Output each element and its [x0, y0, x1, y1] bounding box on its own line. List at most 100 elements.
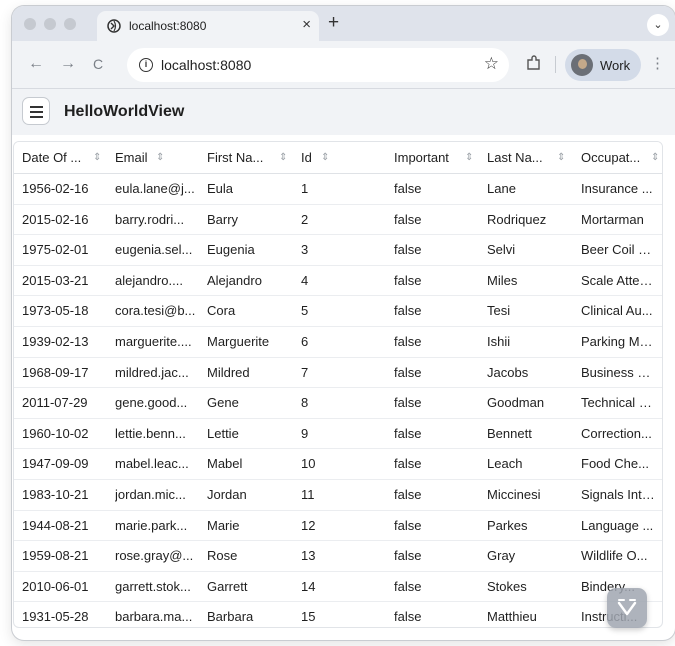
cell-important: false [394, 578, 422, 594]
bookmark-star-icon[interactable]: ☆ [484, 54, 499, 74]
cell-email: jordan.mic... [115, 487, 186, 502]
site-info-icon[interactable]: i [139, 58, 153, 72]
cell-date-of-birth: 1956-02-16 [22, 181, 89, 196]
table-row[interactable]: 1939-02-13 marguerite.... Marguerite 6 false… [14, 327, 662, 358]
column-header-id[interactable]: Id ⇕ [301, 142, 333, 174]
puzzle-icon[interactable] [525, 54, 543, 72]
cell-last-name: Miles [487, 272, 518, 288]
column-header-label: Important [394, 150, 449, 165]
cell-id: 10 [301, 456, 316, 472]
table-row[interactable]: 1960-10-02 lettie.benn... Lettie 9 false Benn… [14, 419, 662, 450]
window-minimize-button[interactable] [44, 18, 56, 30]
browser-tab[interactable]: localhost:8080 × [97, 11, 319, 41]
tab-close-icon[interactable]: × [302, 16, 311, 34]
tab-title: localhost:8080 [129, 19, 207, 33]
cell-first-name: Marguerite [207, 334, 270, 349]
cell-important: false [394, 364, 422, 380]
address-bar[interactable]: i localhost:8080 ☆ [127, 48, 509, 82]
grid-header-row: Date Of ... ⇕ Email ⇕ First Na... ⇕ Id ⇕ Importa… [14, 142, 662, 174]
column-header-label: Date Of ... [22, 150, 82, 165]
tab-strip: localhost:8080 × + ⌄ [12, 6, 675, 41]
sort-icon[interactable]: ⇕ [93, 142, 101, 174]
cell-date-of-birth: 1983-10-21 [22, 487, 89, 502]
cell-date-of-birth: 1960-10-02 [22, 425, 89, 441]
cell-last-name: Matthieu [487, 609, 537, 625]
tab-search-chevron-icon[interactable]: ⌄ [647, 14, 669, 36]
cell-id: 3 [301, 242, 309, 258]
cell-email: marie.park... [115, 517, 188, 533]
cell-first-name: Barbara [207, 609, 254, 625]
cell-date-of-birth: 2015-02-16 [22, 211, 89, 227]
cell-id: 2 [301, 211, 309, 227]
forward-arrow-icon[interactable]: → [60, 54, 76, 74]
cell-email: cora.tesi@b... [115, 303, 196, 319]
table-row[interactable]: 1983-10-21 jordan.mic... Jordan 11 false Micc… [14, 480, 662, 511]
sort-icon[interactable]: ⇕ [465, 142, 473, 174]
table-row[interactable]: 2015-03-21 alejandro.... Alejandro 4 false Mi… [14, 266, 662, 297]
cell-date-of-birth: 2011-07-29 [22, 395, 88, 411]
cell-first-name: Garrett [207, 578, 248, 594]
cell-first-name: Barry [207, 211, 239, 227]
sort-icon[interactable]: ⇕ [557, 142, 565, 174]
vaadin-logo-icon [617, 599, 637, 616]
sort-icon[interactable]: ⇕ [156, 142, 164, 174]
table-row[interactable]: 1947-09-09 mabel.leac... Mabel 10 false Leach… [14, 449, 662, 480]
drawer-toggle-button[interactable] [22, 97, 50, 125]
window-maximize-button[interactable] [64, 18, 76, 30]
cell-date-of-birth: 1968-09-17 [22, 364, 89, 380]
cell-email: barry.rodri... [115, 211, 185, 227]
cell-id: 9 [301, 425, 309, 441]
cell-important: false [394, 242, 422, 258]
table-row[interactable]: 2011-07-29 gene.good... Gene 8 false Goodman T… [14, 388, 662, 419]
cell-important: false [394, 425, 422, 441]
column-header-important[interactable]: Important ⇕ [394, 142, 477, 174]
sort-icon[interactable]: ⇕ [651, 142, 659, 174]
cell-first-name: Mildred [207, 364, 250, 380]
url-text[interactable]: localhost:8080 [161, 57, 251, 73]
cell-first-name: Lettie [207, 425, 239, 441]
app-header: HelloWorldView [12, 89, 675, 135]
cell-date-of-birth: 2010-06-01 [22, 578, 89, 594]
table-row[interactable]: 1944-08-21 marie.park... Marie 12 false Parke… [14, 511, 662, 542]
table-row[interactable]: 1975-02-01 eugenia.sel... Eugenia 3 false Sel… [14, 235, 662, 266]
table-row[interactable]: 1968-09-17 mildred.jac... Mildred 7 false Jac… [14, 358, 662, 389]
cell-date-of-birth: 1947-09-09 [22, 456, 89, 472]
cell-last-name: Goodman [487, 395, 545, 411]
cell-id: 13 [301, 548, 316, 564]
cell-important: false [394, 609, 422, 625]
cell-first-name: Marie [207, 517, 240, 533]
cell-occupation: Wildlife O... [581, 548, 648, 564]
column-header-occupation[interactable]: Occupat... ⇕ [581, 142, 662, 174]
table-row[interactable]: 1959-08-21 rose.gray@... Rose 13 false Gray Wi… [14, 541, 662, 572]
new-tab-button[interactable]: + [328, 13, 339, 33]
reload-icon[interactable]: C [93, 54, 103, 74]
profile-button[interactable]: Work [565, 49, 641, 81]
cell-date-of-birth: 1959-08-21 [22, 548, 89, 564]
cell-occupation: Beer Coil Cl... [581, 242, 657, 258]
column-header-last-name[interactable]: Last Na... ⇕ [487, 142, 569, 174]
table-row[interactable]: 2015-02-16 barry.rodri... Barry 2 false Rodri… [14, 205, 662, 236]
cell-email: mildred.jac... [115, 364, 189, 380]
sort-icon[interactable]: ⇕ [321, 142, 329, 174]
sort-icon[interactable]: ⇕ [279, 142, 287, 174]
more-menu-icon[interactable]: ⋮ [650, 56, 665, 72]
column-header-first-name[interactable]: First Na... ⇕ [207, 142, 291, 174]
back-arrow-icon[interactable]: ← [28, 54, 44, 74]
column-header-date-of-birth[interactable]: Date Of ... ⇕ [22, 142, 105, 174]
cell-occupation: Insurance ... [581, 181, 653, 196]
cell-id: 11 [301, 487, 315, 502]
table-row[interactable]: 1931-05-28 barbara.ma... Barbara 15 false Mat… [14, 602, 662, 627]
cell-important: false [394, 548, 422, 564]
cell-important: false [394, 395, 422, 411]
window-close-button[interactable] [24, 18, 36, 30]
cell-important: false [394, 456, 422, 472]
cell-occupation: Scale Atten... [581, 272, 657, 288]
table-row[interactable]: 1956-02-16 eula.lane@j... Eula 1 false Lane In… [14, 174, 662, 205]
table-row[interactable]: 1973-05-18 cora.tesi@b... Cora 5 false Tesi Cl… [14, 296, 662, 327]
cell-first-name: Alejandro [207, 272, 262, 288]
cell-email: mabel.leac... [115, 456, 189, 472]
column-header-email[interactable]: Email ⇕ [115, 142, 168, 174]
cell-email: marguerite.... [115, 334, 192, 349]
dev-tools-button[interactable] [607, 588, 647, 628]
table-row[interactable]: 2010-06-01 garrett.stok... Garrett 14 false S… [14, 572, 662, 603]
